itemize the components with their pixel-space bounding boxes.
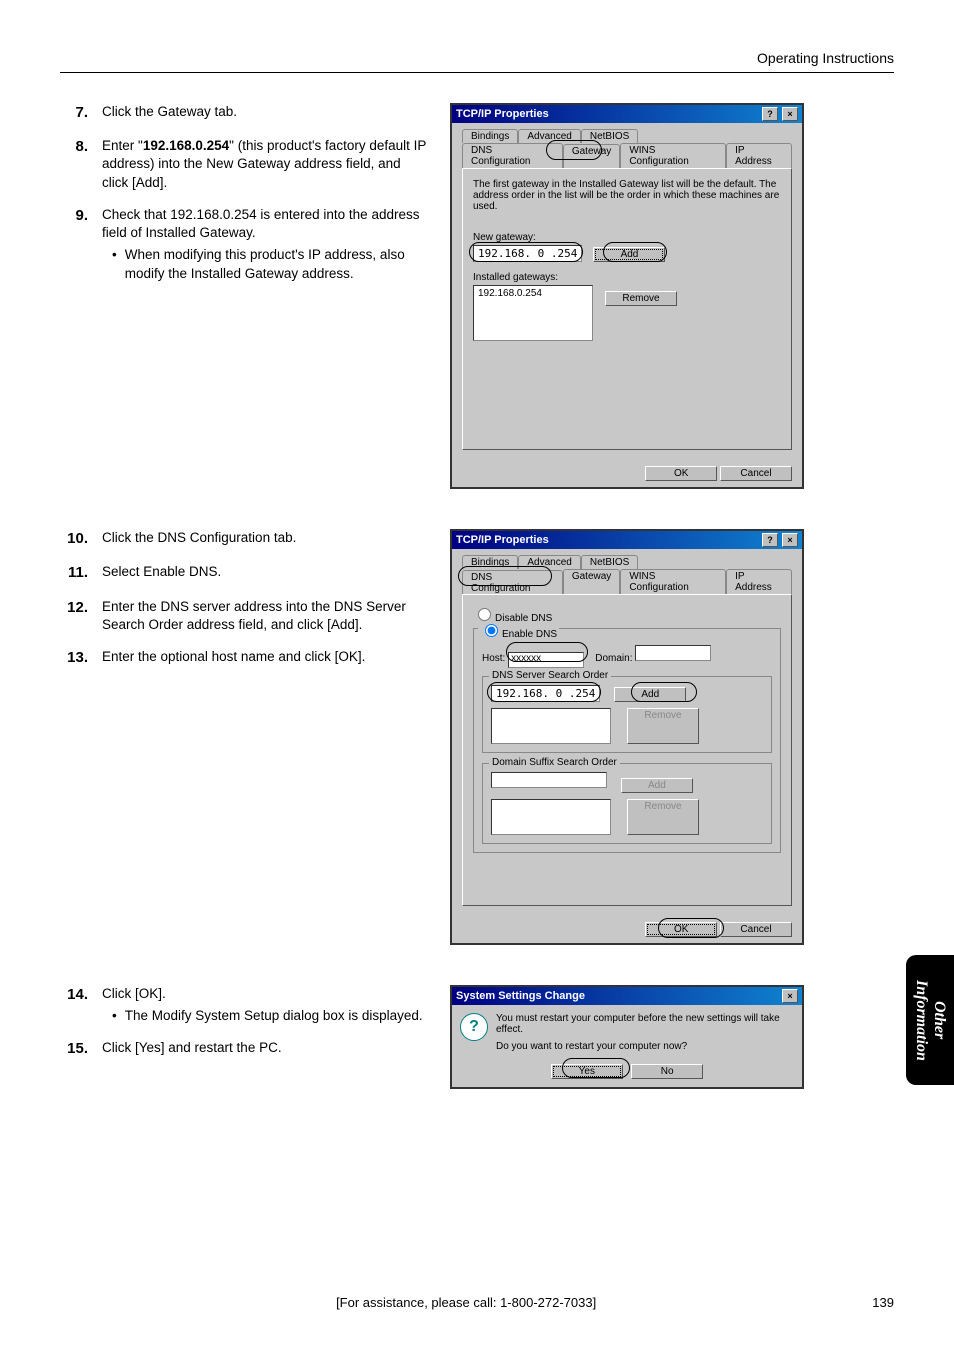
step-7-text: Click the Gateway tab.: [102, 103, 430, 123]
step-14-bullet: The Modify System Setup dialog box is di…: [125, 1007, 423, 1025]
disable-dns-radio[interactable]: [478, 608, 491, 621]
step-8-text: Enter "192.168.0.254" (this product's fa…: [102, 137, 430, 192]
dns-add-button[interactable]: Add: [614, 687, 686, 702]
tab-bindings-2[interactable]: Bindings: [462, 555, 518, 569]
dns-remove-button[interactable]: Remove: [627, 708, 699, 744]
header-rule: [60, 72, 894, 73]
step-10-text: Click the DNS Configuration tab.: [102, 529, 430, 549]
step-num-8: 8.: [60, 137, 88, 192]
step-8-ip: 192.168.0.254: [143, 138, 229, 153]
suffix-add-button[interactable]: Add: [621, 778, 693, 793]
tab-netbios[interactable]: NetBIOS: [581, 129, 638, 143]
dialog2-cancel-button[interactable]: Cancel: [720, 922, 792, 937]
step-num-13: 13.: [60, 648, 88, 668]
tab-gateway-2[interactable]: Gateway: [563, 569, 620, 594]
header-section: Operating Instructions: [60, 50, 894, 66]
tab-wins-2[interactable]: WINS Configuration: [620, 569, 726, 594]
side-tab: Other Information: [906, 955, 954, 1085]
tcpip-dialog-gateway: TCP/IP Properties ? × Bindings Advanced …: [450, 103, 804, 489]
dns-server-input[interactable]: 192.168. 0 .254: [491, 685, 600, 702]
step-num-9: 9.: [60, 206, 88, 283]
system-settings-change-dialog: System Settings Change × ? You must rest…: [450, 985, 804, 1089]
msgbox-line2: Do you want to restart your computer now…: [496, 1041, 794, 1052]
msgbox-line1: You must restart your computer before th…: [496, 1013, 794, 1035]
suffix-input[interactable]: [491, 772, 607, 788]
tab-ipaddress-2[interactable]: IP Address: [726, 569, 792, 594]
step-9-text: Check that 192.168.0.254 is entered into…: [102, 206, 430, 242]
dialog1-cancel-button[interactable]: Cancel: [720, 466, 792, 481]
step-num-15: 15.: [60, 1039, 88, 1059]
host-input[interactable]: xxxxxx: [508, 652, 584, 668]
tab-wins[interactable]: WINS Configuration: [620, 143, 726, 168]
yes-button[interactable]: Yes: [551, 1064, 623, 1079]
footer-page: 139: [872, 1295, 894, 1310]
enable-dns-label: Enable DNS: [502, 629, 557, 640]
new-gateway-label: New gateway:: [473, 232, 781, 243]
installed-gateways-list[interactable]: 192.168.0.254: [473, 285, 593, 341]
question-icon: ?: [460, 1013, 488, 1041]
tab-gateway[interactable]: Gateway: [563, 144, 620, 169]
tab-dns-config[interactable]: DNS Configuration: [462, 143, 563, 168]
no-button[interactable]: No: [631, 1064, 703, 1079]
tab-advanced[interactable]: Advanced: [518, 129, 580, 143]
dialog1-title: TCP/IP Properties: [456, 108, 549, 120]
dialog1-desc: The first gateway in the Installed Gatew…: [473, 179, 781, 212]
step-9-bullet: When modifying this product's IP address…: [125, 246, 430, 282]
dns-list[interactable]: [491, 708, 611, 744]
help-icon[interactable]: ?: [762, 533, 778, 547]
step-8-prefix: Enter ": [102, 138, 143, 153]
side-tab-line2: Information: [913, 980, 930, 1061]
step-num-14: 14.: [60, 985, 88, 1025]
step-11-text: Select Enable DNS.: [102, 563, 430, 583]
step-num-10: 10.: [60, 529, 88, 549]
installed-gateways-label: Installed gateways:: [473, 272, 781, 283]
tab-netbios-2[interactable]: NetBIOS: [581, 555, 638, 569]
enable-dns-radio[interactable]: [485, 624, 498, 637]
dialog2-ok-button[interactable]: OK: [645, 922, 717, 937]
close-icon[interactable]: ×: [782, 107, 798, 121]
step-num-7: 7.: [60, 103, 88, 123]
host-label: Host:: [482, 653, 505, 664]
dialog1-ok-button[interactable]: OK: [645, 466, 717, 481]
tab-bindings[interactable]: Bindings: [462, 129, 518, 143]
tab-ipaddress[interactable]: IP Address: [726, 143, 792, 168]
suffix-order-label: Domain Suffix Search Order: [489, 757, 620, 768]
dialog2-title: TCP/IP Properties: [456, 534, 549, 546]
close-icon[interactable]: ×: [782, 989, 798, 1003]
side-tab-line1: Other: [931, 1001, 948, 1039]
tab-advanced-2[interactable]: Advanced: [518, 555, 580, 569]
remove-gateway-button[interactable]: Remove: [605, 291, 677, 306]
tab-dns-config-2[interactable]: DNS Configuration: [462, 570, 563, 595]
new-gateway-input[interactable]: 192.168. 0 .254: [473, 245, 582, 262]
add-gateway-button[interactable]: Add: [593, 247, 665, 262]
suffix-remove-button[interactable]: Remove: [627, 799, 699, 835]
domain-label: Domain:: [595, 653, 632, 664]
footer-assist: [For assistance, please call: 1-800-272-…: [336, 1295, 596, 1310]
dns-order-label: DNS Server Search Order: [489, 670, 611, 681]
step-num-12: 12.: [60, 598, 88, 634]
help-icon[interactable]: ?: [762, 107, 778, 121]
step-15-text: Click [Yes] and restart the PC.: [102, 1039, 430, 1059]
suffix-list[interactable]: [491, 799, 611, 835]
close-icon[interactable]: ×: [782, 533, 798, 547]
step-num-11: 11.: [60, 563, 88, 583]
msgbox-title: System Settings Change: [456, 990, 585, 1002]
step-13-text: Enter the optional host name and click […: [102, 648, 430, 668]
step-14-text: Click [OK].: [102, 985, 430, 1003]
domain-input[interactable]: [635, 645, 711, 661]
step-12-text: Enter the DNS server address into the DN…: [102, 598, 430, 634]
tcpip-dialog-dns: TCP/IP Properties ? × Bindings Advanced …: [450, 529, 804, 945]
